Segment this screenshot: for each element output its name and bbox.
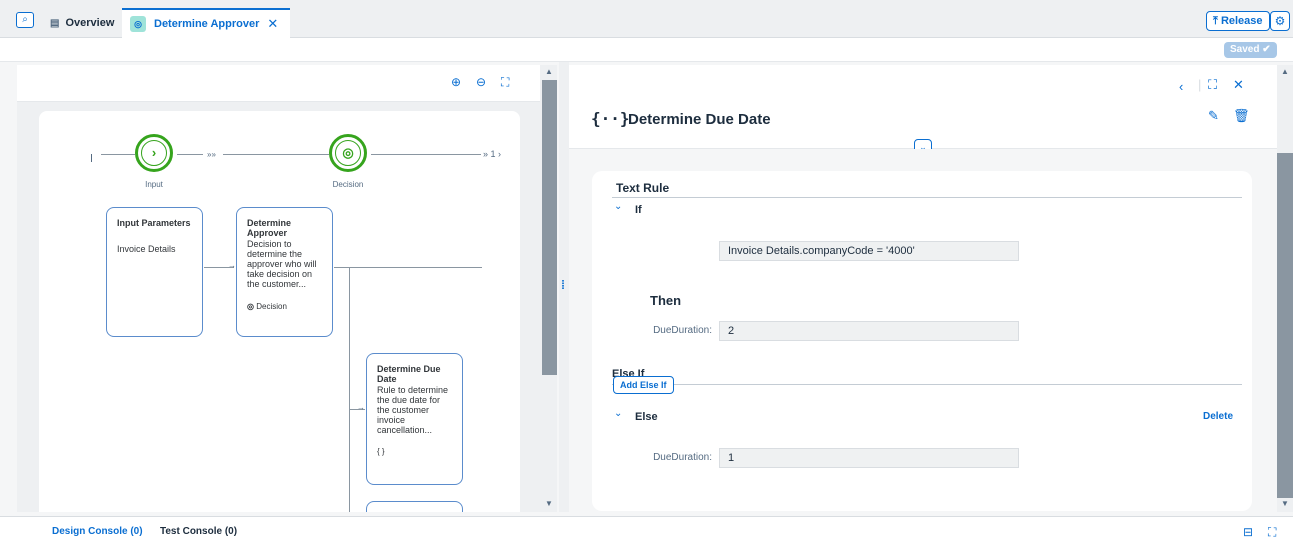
decision-icon: ◎ [335, 140, 361, 166]
tab-overview[interactable]: ▤ Overview [50, 8, 114, 38]
card-title: Determine Due Date [377, 364, 441, 384]
tab-test-console[interactable]: Test Console (0) [160, 526, 237, 537]
saved-label: Saved [1230, 44, 1260, 55]
else-field-label: DueDuration: [653, 452, 712, 463]
divider [612, 197, 1242, 198]
chevron-down-icon[interactable]: ⌄ [614, 408, 622, 419]
close-icon[interactable]: ✕ [1233, 77, 1244, 93]
arrow-right-icon: → [228, 261, 236, 270]
release-label: Release [1220, 15, 1263, 27]
due-duration-then-field[interactable]: 2 [719, 321, 1019, 341]
card-type: { } [377, 447, 385, 456]
then-label: Then [650, 293, 682, 308]
decision-node[interactable]: ◎ [329, 134, 367, 172]
fullscreen-icon[interactable]: ⛶ [1268, 525, 1276, 540]
flow-line [371, 154, 481, 155]
add-else-if-button[interactable]: Add Else If [613, 376, 674, 394]
scroll-up-icon[interactable]: ▲ [545, 67, 553, 76]
decision-icon: ◎ [130, 16, 146, 32]
drag-handle-icon[interactable]: ⁞ [561, 278, 565, 292]
determine-approver-card[interactable]: Determine Approver Decision to determine… [236, 207, 333, 337]
arrow-right-icon: → [357, 403, 365, 412]
scroll-down-icon[interactable]: ▼ [1281, 499, 1289, 508]
chevron-down-icon[interactable]: ⌄ [614, 201, 622, 212]
card-type: ◎ Decision [247, 302, 322, 311]
scrollbar-thumb[interactable] [542, 80, 557, 375]
flow-chevrons: »» [207, 150, 216, 159]
zoom-out-icon[interactable]: ⊖ [476, 75, 486, 89]
next-card[interactable] [366, 501, 463, 512]
if-condition-field[interactable]: Invoice Details.companyCode = '4000' [719, 241, 1019, 261]
text-rule-heading: Text Rule [616, 181, 670, 195]
card-type-label: Decision [256, 302, 287, 311]
if-label: If [635, 204, 642, 216]
release-button[interactable]: ⤒ Release [1206, 11, 1270, 31]
separator: | [1198, 77, 1202, 92]
due-duration-else-field[interactable]: 1 [719, 448, 1019, 468]
tab-determine-approver[interactable]: ◎ Determine Approver ✕ [122, 8, 291, 38]
tab-bar: ⌕ ▤ Overview ◎ Determine Approver ✕ ⤒ Re… [0, 0, 1293, 38]
scroll-down-icon[interactable]: ▼ [545, 499, 553, 508]
close-tab-icon[interactable]: ✕ [267, 16, 278, 32]
page-title: Determine Due Date [628, 111, 771, 128]
check-icon: ✔ [1262, 44, 1271, 55]
trash-icon[interactable]: 🗑 [1233, 108, 1250, 124]
text-rule-icon: {··} [591, 109, 630, 128]
canvas-toolbar: ⊕ ⊖ ⛶ [17, 65, 540, 102]
card-title: Determine Approver [247, 218, 292, 238]
rule-detail-panel: ‹ | ⛶ ✕ {··} Determine Due Date ✎ 🗑 ⌄ Te… [569, 65, 1293, 512]
card-description: Rule to determine the due date for the c… [377, 385, 449, 435]
else-label: Else [635, 411, 658, 423]
status-bar: Saved ✔ [0, 38, 1293, 62]
canvas-scrollbar[interactable]: ▲ ▼ [542, 65, 557, 512]
chevron-left-icon[interactable]: ‹ [1179, 79, 1183, 94]
divider [612, 384, 1242, 385]
delete-else-link[interactable]: Delete [1203, 411, 1233, 422]
connector-line [334, 267, 482, 268]
fit-to-screen-icon[interactable]: ⛶ [501, 75, 509, 90]
connector-line [349, 267, 350, 512]
tab-design-console[interactable]: Design Console (0) [52, 526, 143, 537]
card-title: Input Parameters [117, 218, 191, 228]
zoom-in-icon[interactable]: ⊕ [451, 75, 461, 89]
tab-active-label: Determine Approver [154, 18, 260, 30]
scroll-up-icon[interactable]: ▲ [1281, 67, 1289, 76]
then-field-label: DueDuration: [653, 325, 712, 336]
flow-canvas[interactable]: › Input »» ◎ Decision » 1 › Input Parame… [39, 111, 520, 512]
decision-icon: ◎ [247, 302, 254, 311]
input-node[interactable]: › [135, 134, 173, 172]
edit-icon[interactable]: ✎ [1208, 108, 1219, 124]
input-parameters-card[interactable]: Input Parameters Invoice Details [106, 207, 203, 337]
rule-header: ‹ | ⛶ ✕ {··} Determine Due Date ✎ 🗑 [569, 65, 1277, 149]
console-bar: Design Console (0) Test Console (0) ⊟ ⛶ [0, 516, 1293, 546]
card-description: Decision to determine the approver who w… [247, 239, 317, 289]
flow-line [101, 154, 135, 155]
determine-due-date-card[interactable]: Determine Due Date Rule to determine the… [366, 353, 463, 485]
detail-scrollbar[interactable]: ▲ ▼ [1277, 65, 1293, 512]
decision-node-label: Decision [332, 180, 364, 189]
minimize-panel-icon[interactable]: ⊟ [1243, 525, 1253, 539]
upload-icon: ⤒ [1213, 15, 1218, 27]
rule-body: Text Rule ⌄ If Invoice Details.companyCo… [569, 149, 1277, 512]
card-item: Invoice Details [117, 244, 176, 254]
flow-end-chevrons: » 1 › [483, 149, 502, 159]
flow-canvas-panel: ⊕ ⊖ ⛶ › Input »» ◎ Decision » 1 › Input … [17, 65, 557, 512]
tab-overview-label: Overview [65, 17, 115, 29]
flow-start-marker [91, 154, 92, 162]
saved-badge: Saved ✔ [1224, 42, 1277, 58]
scrollbar-thumb[interactable] [1277, 153, 1293, 498]
flow-line [223, 154, 329, 155]
overview-icon: ▤ [50, 17, 60, 29]
input-node-label: Input [145, 180, 163, 189]
flow-line [177, 154, 203, 155]
panel-splitter[interactable]: ⁞ [559, 62, 569, 512]
gear-icon[interactable]: ⚙ [1270, 11, 1290, 31]
chevron-right-icon: › [141, 140, 167, 166]
home-icon[interactable]: ⌕ [16, 12, 34, 28]
fullscreen-icon[interactable]: ⛶ [1208, 77, 1217, 93]
